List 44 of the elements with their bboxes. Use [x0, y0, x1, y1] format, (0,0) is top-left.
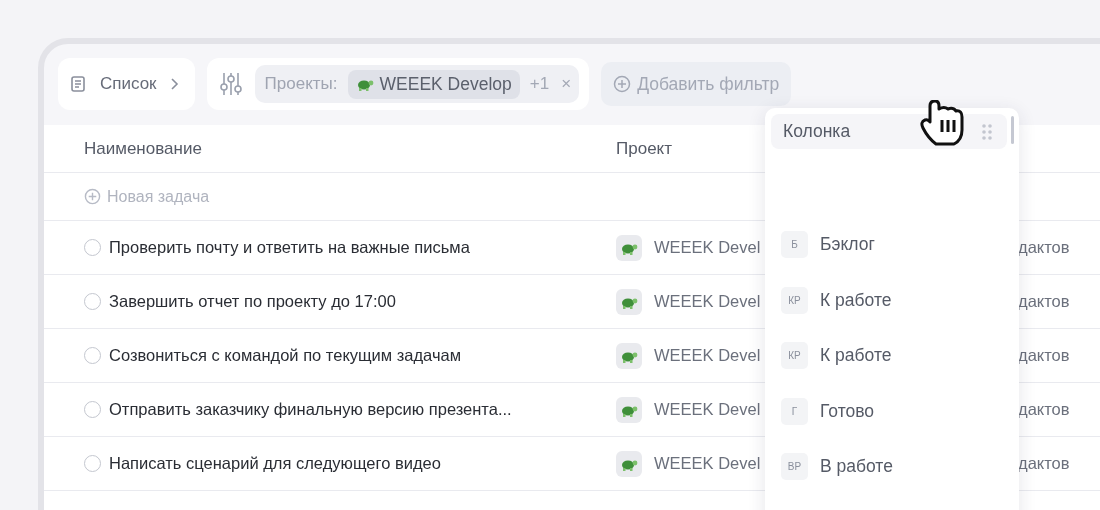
project-name: WEEEK Devel [654, 400, 761, 419]
table-cell: дактов [1018, 400, 1070, 419]
table-cell: дактов [1018, 454, 1070, 473]
project-filter[interactable]: Проекты: WEEEK Develop +1 × [254, 65, 580, 103]
status-item[interactable]: Б Бэклог [781, 217, 1019, 273]
status-item[interactable]: ВР В работе [781, 439, 1019, 495]
plus-circle-icon [613, 75, 632, 93]
project-name: WEEEK Devel [654, 454, 761, 473]
status-badge: КР [781, 342, 808, 370]
task-name: Созвониться с командой по текущим задачам [109, 346, 462, 365]
task-name: Завершить отчет по проекту до 17:00 [109, 292, 396, 311]
scrollbar[interactable] [1011, 116, 1014, 144]
turtle-icon [616, 288, 642, 315]
sliders-icon[interactable] [218, 71, 243, 97]
status-item[interactable]: КР К работе [781, 272, 1019, 328]
table-cell: дактов [1018, 238, 1070, 257]
plus-circle-icon [84, 188, 101, 205]
chevron-right-icon [168, 77, 179, 91]
filter-label: Проекты: [264, 74, 338, 94]
project-name: WEEEK Devel [654, 292, 761, 311]
turtle-icon [616, 450, 642, 477]
task-name: Отправить заказчику финальную версию презента... [109, 400, 512, 419]
turtle-icon [616, 396, 642, 423]
status-item[interactable]: Г Готово [781, 383, 1019, 439]
status-item[interactable]: КР К работе [781, 328, 1019, 384]
project-name: WEEEK Devel [654, 346, 761, 365]
status-badge: Г [781, 397, 808, 425]
column-header: Наименование [84, 138, 203, 159]
turtle-icon [616, 234, 642, 261]
status-badge: КР [781, 286, 808, 314]
table-cell: дактов [1018, 292, 1070, 311]
status-badge: Б [781, 231, 808, 259]
task-name: Проверить почту и ответить на важные письма [109, 238, 470, 257]
turtle-icon [616, 342, 642, 369]
task-name: Написать сценарий для следующего видео [109, 454, 441, 473]
project-chip[interactable]: WEEEK Develop [347, 69, 520, 99]
more-count: +1 [529, 74, 550, 94]
status-badge: ВР [781, 453, 808, 481]
drag-handle-icon[interactable] [981, 122, 993, 141]
list-icon [70, 75, 88, 93]
column-header: Проект [616, 138, 673, 159]
project-name: WEEEK Devel [654, 238, 761, 257]
table-cell: дактов [1018, 346, 1070, 365]
list-view-button[interactable]: Список [58, 58, 195, 110]
